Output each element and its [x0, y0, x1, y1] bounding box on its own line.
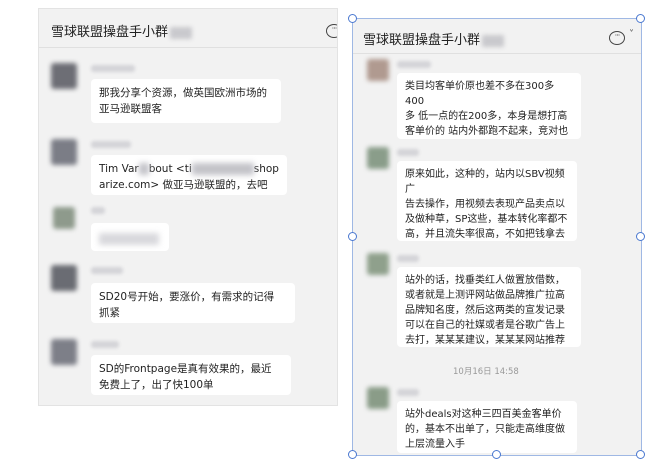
- sender-name: [91, 207, 105, 214]
- resize-handle-right[interactable]: [636, 232, 645, 241]
- more-options-icon[interactable]: ···: [609, 31, 625, 45]
- message-bubble[interactable]: 原来如此，这种的，站内以SBV视频广 告去操作，用视频去表现产品卖点以 及做种草…: [397, 161, 577, 241]
- chat-window-right: 雪球联盟操盘手小群 ··· ˅ 类目均客单价原也差不多在300多400 多 低一…: [352, 18, 642, 456]
- message-bubble[interactable]: 站外deals对这种三四百美金客单价 的，基本不出单了，只能走高维度做 上层流量…: [397, 401, 577, 453]
- chat-title: 雪球联盟操盘手小群: [51, 21, 193, 40]
- sender-name: [397, 255, 419, 262]
- avatar[interactable]: [367, 59, 389, 81]
- avatar[interactable]: [367, 147, 389, 169]
- sender-name: [397, 149, 419, 156]
- redacted-text: [191, 163, 254, 175]
- resize-handle-bottom-left[interactable]: [348, 450, 357, 459]
- sender-name: [397, 389, 419, 396]
- more-options-icon[interactable]: ···: [326, 24, 337, 38]
- message-bubble[interactable]: SD20号开始，要涨价，有需求的记得 抓紧: [91, 283, 295, 323]
- avatar[interactable]: [51, 265, 77, 291]
- avatar[interactable]: [367, 387, 389, 409]
- header-divider: [353, 53, 641, 54]
- sender-name: [91, 341, 119, 348]
- avatar[interactable]: [367, 253, 389, 275]
- avatar[interactable]: [51, 63, 77, 89]
- redacted-text: [99, 233, 159, 245]
- redacted-text: [138, 163, 149, 175]
- avatar[interactable]: [51, 339, 77, 365]
- resize-handle-top-right[interactable]: [636, 14, 645, 23]
- resize-handle-left[interactable]: [348, 232, 357, 241]
- resize-handle-top-left[interactable]: [348, 14, 357, 23]
- message-bubble[interactable]: [91, 223, 169, 251]
- blurred-name: [170, 26, 193, 39]
- chat-title: 雪球联盟操盘手小群: [363, 29, 505, 48]
- sender-name: [91, 267, 123, 274]
- message-timestamp: 10月16日 14:58: [453, 367, 519, 377]
- message-bubble[interactable]: 类目均客单价原也差不多在300多400 多 低一点的在200多，本身是想打高 客…: [397, 73, 581, 139]
- sender-name: [91, 141, 131, 148]
- message-bubble[interactable]: Tim Var bout <ti shop arize.com> 做亚马逊联盟的，去…: [91, 155, 287, 195]
- message-bubble[interactable]: SD的Frontpage是真有效果的，最近 免费上了，出了快100单: [91, 355, 291, 395]
- resize-handle-bottom[interactable]: [492, 450, 501, 459]
- message-text: Tim Var: [99, 163, 139, 175]
- chat-window-left: 雪球联盟操盘手小群 ··· 那我分享个资源，做英国欧洲市场的 亚马逊联盟客 Ti…: [38, 8, 338, 406]
- chevron-down-icon[interactable]: ˅: [629, 29, 634, 40]
- sender-name: [397, 61, 431, 68]
- message-bubble[interactable]: 站外的话，找垂类红人做置放借数， 或者就是上测评网站做品牌推广拉高 品牌知名度，…: [397, 267, 581, 347]
- resize-handle-bottom-right[interactable]: [636, 450, 645, 459]
- avatar[interactable]: [53, 207, 75, 229]
- avatar[interactable]: [51, 139, 77, 165]
- header-divider: [39, 47, 337, 48]
- blurred-name: [482, 34, 505, 47]
- message-bubble[interactable]: 那我分享个资源，做英国欧洲市场的 亚马逊联盟客: [91, 79, 281, 123]
- message-text: bout <ti: [148, 163, 192, 175]
- sender-name: [91, 65, 135, 72]
